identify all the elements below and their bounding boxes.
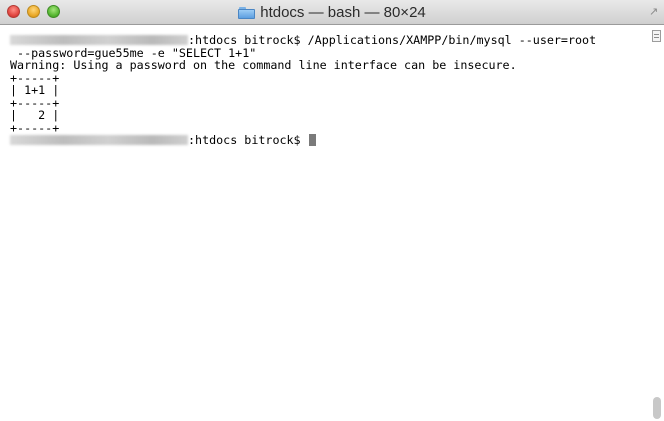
folder-icon — [238, 6, 256, 19]
vertical-scrollbar[interactable] — [648, 25, 664, 421]
fullscreen-icon[interactable]: ↗ — [649, 6, 661, 18]
terminal-window: htdocs — bash — 80×24 ↗ :htdocs bitrock$… — [0, 0, 664, 421]
prompt-line: :htdocs bitrock$ — [10, 134, 648, 147]
terminal-output[interactable]: :htdocs bitrock$ /Applications/XAMPP/bin… — [0, 25, 648, 421]
split-pane-icon[interactable] — [652, 30, 661, 42]
terminal-line: +-----+ — [10, 70, 60, 85]
scroll-thumb[interactable] — [653, 397, 661, 419]
window-title: htdocs — bash — 80×24 — [0, 0, 664, 25]
redacted-hostname — [10, 135, 188, 145]
terminal-line: | 2 | — [10, 108, 60, 122]
title-bar[interactable]: htdocs — bash — 80×24 ↗ — [0, 0, 664, 25]
terminal-line: | 1+1 | — [10, 83, 60, 97]
redacted-hostname — [10, 35, 188, 45]
terminal-line: :htdocs bitrock$ /Applications/XAMPP/bin… — [10, 34, 648, 47]
window-title-text: htdocs — bash — 80×24 — [260, 4, 426, 21]
terminal-line: +-----+ — [10, 95, 60, 110]
text-cursor — [308, 134, 316, 146]
terminal-line: Warning: Using a password on the command… — [10, 58, 517, 72]
terminal-line: +-----+ — [10, 120, 60, 135]
